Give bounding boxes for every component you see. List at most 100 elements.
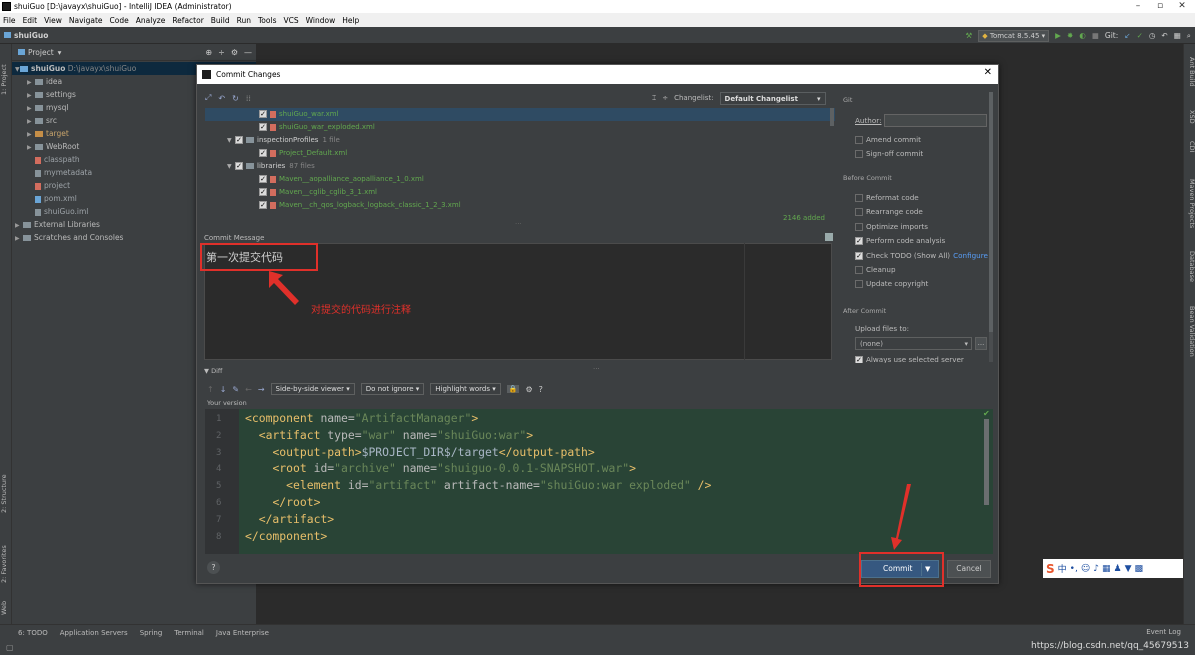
file-checkbox[interactable]: ✓ bbox=[259, 175, 267, 183]
diff-help-icon[interactable]: ? bbox=[539, 385, 543, 394]
bottom-tab[interactable]: Application Servers bbox=[60, 629, 128, 637]
before-commit-option[interactable]: Update copyright bbox=[855, 278, 928, 290]
before-commit-option[interactable]: Reformat code bbox=[855, 192, 919, 204]
vcs-update-icon[interactable]: ↙ bbox=[1124, 31, 1130, 40]
menu-file[interactable]: File bbox=[3, 16, 16, 25]
changelist-select[interactable]: Default Changelist ▾ bbox=[719, 91, 826, 105]
settings-gear-icon[interactable]: ⚙ bbox=[525, 385, 532, 394]
menu-analyze[interactable]: Analyze bbox=[136, 16, 166, 25]
status-icon[interactable]: ▢ bbox=[6, 643, 14, 652]
diff-code-view[interactable]: 12345678 <component name="ArtifactManage… bbox=[205, 409, 993, 554]
configure-link[interactable]: Configure bbox=[953, 251, 988, 260]
whitespace-select[interactable]: Do not ignore ▾ bbox=[360, 383, 425, 395]
menu-run[interactable]: Run bbox=[237, 16, 251, 25]
collapse-icon[interactable]: ÷ bbox=[218, 48, 225, 57]
ime-user-icon[interactable]: ♟ bbox=[1114, 564, 1122, 574]
hide-icon[interactable]: — bbox=[244, 48, 252, 57]
event-log-tab[interactable]: Event Log bbox=[1146, 628, 1181, 636]
option-checkbox[interactable]: ✓ bbox=[855, 251, 863, 260]
tool-tab-project[interactable]: 1: Project bbox=[0, 50, 12, 110]
author-input[interactable] bbox=[884, 114, 987, 127]
project-view-select[interactable]: Project bbox=[28, 48, 54, 57]
diff-splitter-handle[interactable]: ··· bbox=[593, 365, 600, 373]
always-use-checkbox[interactable]: ✓ bbox=[855, 356, 863, 363]
tool-tab-cdi[interactable]: CDI bbox=[1184, 134, 1195, 159]
file-checkbox[interactable]: ✓ bbox=[259, 123, 267, 131]
bottom-tab[interactable]: Java Enterprise bbox=[216, 629, 269, 637]
diff-toggle[interactable]: ▼ Diff bbox=[204, 367, 222, 375]
debug-icon[interactable]: ✸ bbox=[1067, 31, 1073, 40]
upload-server-select[interactable]: (none) ▾ bbox=[855, 337, 972, 350]
file-checkbox[interactable]: ✓ bbox=[259, 188, 267, 196]
changed-file-row[interactable]: ✓ Maven__aopalliance_aopalliance_1_0.xml bbox=[205, 173, 835, 186]
project-structure-icon[interactable]: ▦ bbox=[1174, 31, 1181, 40]
file-checkbox[interactable]: ✓ bbox=[259, 201, 267, 209]
tool-tab-web[interactable]: Web bbox=[0, 594, 12, 622]
cancel-button[interactable]: Cancel bbox=[947, 560, 991, 578]
tool-tab-database[interactable]: Database bbox=[1184, 244, 1195, 289]
collapse-all-icon[interactable]: ÷ bbox=[662, 94, 668, 102]
option-checkbox[interactable]: ✓ bbox=[855, 237, 863, 246]
run-config-select[interactable]: ◆ Tomcat 8.5.45 ▾ bbox=[978, 29, 1050, 42]
before-commit-option[interactable]: ✓ Perform code analysis bbox=[855, 235, 945, 247]
option-checkbox[interactable] bbox=[855, 208, 863, 217]
changed-file-row[interactable]: ✓ Maven__cglib_cglib_3_1.xml bbox=[205, 186, 835, 199]
menu-window[interactable]: Window bbox=[306, 16, 336, 25]
minimize-button[interactable]: – bbox=[1127, 0, 1149, 13]
viewer-select[interactable]: Side-by-side viewer ▾ bbox=[270, 383, 355, 395]
vcs-commit-icon[interactable]: ✓ bbox=[1137, 31, 1143, 40]
before-commit-option[interactable]: Cleanup bbox=[855, 264, 896, 276]
menu-help[interactable]: Help bbox=[342, 16, 359, 25]
menu-refactor[interactable]: Refactor bbox=[172, 16, 203, 25]
signoff-checkbox[interactable] bbox=[855, 150, 863, 158]
file-checkbox[interactable]: ✓ bbox=[235, 162, 243, 170]
refresh-icon[interactable]: ↻ bbox=[232, 94, 239, 103]
highlight-select[interactable]: Highlight words ▾ bbox=[430, 383, 501, 395]
ime-emoji-icon[interactable]: ☺ bbox=[1081, 564, 1090, 574]
help-button[interactable]: ? bbox=[207, 561, 220, 574]
before-commit-option[interactable]: ✓ Check TODO (Show All) Configure bbox=[855, 250, 988, 262]
changed-file-row[interactable]: ▼ ✓ inspectionProfiles 1 file bbox=[205, 134, 835, 147]
changed-file-row[interactable]: ✓ shuiGuo_war.xml bbox=[205, 108, 835, 121]
before-commit-option[interactable]: Rearrange code bbox=[855, 206, 923, 218]
menu-vcs[interactable]: VCS bbox=[283, 16, 298, 25]
tool-tab-maven[interactable]: Maven Projects bbox=[1184, 169, 1195, 239]
file-checkbox[interactable]: ✓ bbox=[259, 149, 267, 157]
option-checkbox[interactable] bbox=[855, 194, 863, 202]
before-commit-option[interactable]: Optimize imports bbox=[855, 221, 928, 233]
file-checkbox[interactable]: ✓ bbox=[235, 136, 243, 144]
expand-all-icon[interactable]: ⌶ bbox=[652, 94, 656, 103]
build-hammer-icon[interactable]: ⚒ bbox=[966, 31, 973, 40]
amend-checkbox[interactable] bbox=[855, 136, 863, 144]
ime-lang[interactable]: 中 bbox=[1058, 562, 1067, 575]
close-window-button[interactable]: ✕ bbox=[1171, 0, 1193, 13]
forward-icon[interactable]: → bbox=[258, 385, 265, 394]
menu-build[interactable]: Build bbox=[211, 16, 230, 25]
ime-toolbar[interactable]: S 中 •, ☺ ♪ ▦ ♟ ▼ ▩ bbox=[1043, 559, 1183, 578]
ime-tools-icon[interactable]: ▩ bbox=[1135, 564, 1144, 574]
expand-arrow-icon[interactable]: ▼ bbox=[227, 134, 235, 147]
splitter-handle[interactable]: ··· bbox=[515, 220, 522, 228]
file-list-scrollbar[interactable] bbox=[830, 108, 834, 126]
locate-icon[interactable]: ⊕ bbox=[205, 48, 212, 57]
rollback-icon[interactable]: ↶ bbox=[218, 94, 225, 103]
dialog-close-button[interactable]: ✕ bbox=[984, 67, 992, 78]
tool-tab-bean-validation[interactable]: Bean Validation bbox=[1184, 299, 1195, 364]
upload-browse-button[interactable]: ... bbox=[975, 337, 987, 350]
menu-code[interactable]: Code bbox=[110, 16, 129, 25]
back-icon[interactable]: ← bbox=[245, 385, 252, 394]
menu-view[interactable]: View bbox=[44, 16, 62, 25]
tool-tab-xsd[interactable]: XSD bbox=[1184, 104, 1195, 129]
changed-file-row[interactable]: ✓ Maven__ch_qos_logback_logback_classic_1… bbox=[205, 199, 835, 212]
bottom-tab[interactable]: 6: TODO bbox=[18, 629, 48, 637]
option-checkbox[interactable] bbox=[855, 222, 863, 231]
amend-commit-option[interactable]: Amend commit bbox=[855, 134, 921, 146]
expand-arrow-icon[interactable]: ▶ bbox=[15, 232, 23, 245]
message-history-icon[interactable] bbox=[825, 233, 833, 241]
ime-voice-icon[interactable]: ♪ bbox=[1093, 564, 1099, 574]
bottom-tab[interactable]: Spring bbox=[140, 629, 163, 637]
show-diff-icon[interactable]: ⤢ bbox=[205, 93, 211, 103]
tool-tab-ant[interactable]: Ant Build bbox=[1184, 52, 1195, 92]
menu-edit[interactable]: Edit bbox=[23, 16, 38, 25]
gear-icon[interactable]: ⚙ bbox=[231, 48, 238, 57]
